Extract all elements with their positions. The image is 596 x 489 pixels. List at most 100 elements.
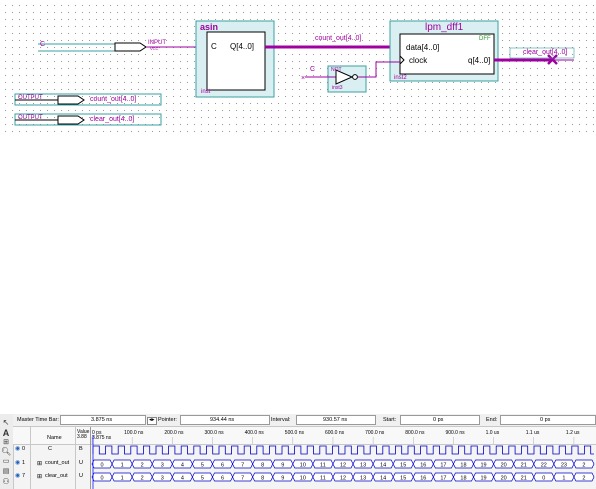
clear-out-value-label: 10 <box>300 476 306 482</box>
clear-out-value-label: 20 <box>501 476 507 482</box>
output-pin1-shape <box>57 95 85 105</box>
count-out-value-label: 2 <box>141 463 144 469</box>
lpm-title[interactable]: lpm_dff1 <box>425 23 463 33</box>
interval-label: Interval: <box>271 417 291 423</box>
signal-value: B <box>79 446 83 452</box>
end-value: 0 ps <box>540 417 551 423</box>
count-out-value-label: 5 <box>201 463 204 469</box>
find-icon[interactable]: ▤ <box>1 467 11 477</box>
clear-out-value-label: 11 <box>320 476 326 482</box>
clear-out-value-label: 6 <box>221 476 224 482</box>
input-signal-name[interactable]: C <box>40 41 45 48</box>
clear-out-value-label: 1 <box>562 476 565 482</box>
count-out-value-label: 6 <box>221 463 224 469</box>
output-pin2-name[interactable]: clear_out[4..0] <box>90 116 134 123</box>
clear-out-value-label: 15 <box>400 476 406 482</box>
count-out-value-label: 20 <box>501 463 507 469</box>
wire-count-label: count_out[4..0] <box>315 35 362 42</box>
clear-out-value-label: 19 <box>480 476 486 482</box>
count-out-value-label: 10 <box>300 463 306 469</box>
expand-bus-icon: ⊞ <box>37 474 43 480</box>
signal-type-icon: ◉ <box>15 473 21 479</box>
name-column-header[interactable]: Name <box>47 435 62 442</box>
signal-index: 1 <box>22 460 26 466</box>
count-out-value-label: 13 <box>360 463 366 469</box>
asin-title[interactable]: asin <box>200 23 218 32</box>
clear-out-value-label: 8 <box>261 476 264 482</box>
lpm-tag: DFF <box>479 36 491 42</box>
signal-value: U <box>79 473 83 479</box>
count-out-value-label: 18 <box>460 463 466 469</box>
count-out-value-label: 2 <box>582 463 585 469</box>
count-out-value-label: 21 <box>521 463 527 469</box>
lpm-port-data: data[4..0] <box>406 43 440 52</box>
clear-out-value-label: 2 <box>141 476 144 482</box>
time-tick-label: 1.2 us <box>566 430 580 436</box>
svg-text:×: × <box>301 75 305 82</box>
signal-name[interactable]: C <box>48 446 52 453</box>
time-tick-label: 0 ps <box>92 430 102 436</box>
waveform-plot[interactable]: 0 ps 100.0 ns 200.0 ns 300.0 ns 400.0 ns 500.… <box>90 427 596 489</box>
clear-out-value-label: 1 <box>121 476 124 482</box>
signal-name[interactable]: count_out <box>45 460 69 467</box>
lpm-port-clock: clock <box>409 56 428 65</box>
schematic-canvas[interactable]: × C INPUT VCC asin C Q[4..0] inst count_… <box>0 0 596 135</box>
signal-type-icon: ◉ <box>15 460 21 466</box>
clear-out-value-label: 18 <box>460 476 466 482</box>
clear-out-value-label: 3 <box>161 476 164 482</box>
not-bubble <box>352 74 358 80</box>
zoom-tool-icon[interactable]: 🔍︎ <box>1 447 11 457</box>
count-out-value-label: 11 <box>320 463 326 469</box>
interval-value: 930.57 ns <box>323 417 348 423</box>
master-time-value: 3.875 ns <box>91 417 113 423</box>
count-out-value-label: 3 <box>161 463 164 469</box>
asin-port-q: Q[4..0] <box>230 42 255 51</box>
expand-bus-icon: ⊞ <box>37 461 43 467</box>
fullscreen-icon[interactable]: ▭ <box>1 457 11 467</box>
clear-out-value-label: 7 <box>241 476 244 482</box>
input-pin-vcc: VCC <box>150 46 159 51</box>
clear-out-value-label: 5 <box>201 476 204 482</box>
clear-out-value-label: 13 <box>360 476 366 482</box>
signal-index: 0 <box>22 446 26 452</box>
value-column-header: Value 3.88 <box>77 429 90 440</box>
count-out-value-label: 16 <box>420 463 426 469</box>
lpm-port-q: q[4..0] <box>468 56 491 65</box>
clear-out-value-label: 17 <box>440 476 446 482</box>
not-label: NOT <box>331 67 342 73</box>
clear-out-value-label: 16 <box>420 476 426 482</box>
master-time-label: Master Time Bar: <box>17 417 59 423</box>
signal-name[interactable]: clear_out <box>45 473 68 480</box>
start-value: 0 ps <box>433 417 444 423</box>
signal-value: U <box>79 460 83 466</box>
time-tick-label: 400.0 ns <box>245 430 265 436</box>
output-pin2-shape <box>57 115 85 125</box>
clear-out-value-label: 4 <box>181 476 184 482</box>
time-tick-label: 600.0 ns <box>325 430 345 436</box>
time-tick-label: 900.0 ns <box>445 430 465 436</box>
output-wire-label: clear_out[4..0] <box>523 49 568 56</box>
pointer-nav-icon[interactable]: ◂▸ <box>147 417 157 425</box>
pointer-label: Pointer: <box>158 417 177 423</box>
asin-body <box>206 31 266 91</box>
clear-out-value-label: 12 <box>340 476 346 482</box>
time-tick-label: 100.0 ns <box>124 430 144 436</box>
count-out-value-label: 15 <box>400 463 406 469</box>
clear-out-value-label: 0 <box>542 476 545 482</box>
pointer-tool-icon[interactable]: ↖ <box>1 418 11 428</box>
binoculars-icon[interactable]: ⚇ <box>1 477 11 487</box>
clear-out-value-label: 2 <box>582 476 585 482</box>
not-inst: inst3 <box>332 85 343 91</box>
count-out-value-label: 12 <box>340 463 346 469</box>
end-label: End: <box>486 417 498 423</box>
text-tool-icon[interactable]: A <box>1 428 11 438</box>
time-tick-label: 700.0 ns <box>365 430 385 436</box>
clear-out-value-label: 21 <box>521 476 527 482</box>
pointer-value: 934.44 ns <box>210 417 235 423</box>
output-pin1-name[interactable]: count_out[4..0] <box>90 96 136 103</box>
output-pin1-type: OUTPUT <box>18 95 43 101</box>
asin-port-c: C <box>211 42 217 51</box>
start-label: Start: <box>383 417 397 423</box>
not-input-name: C <box>310 66 316 73</box>
clear-out-value-label: 0 <box>101 476 104 482</box>
